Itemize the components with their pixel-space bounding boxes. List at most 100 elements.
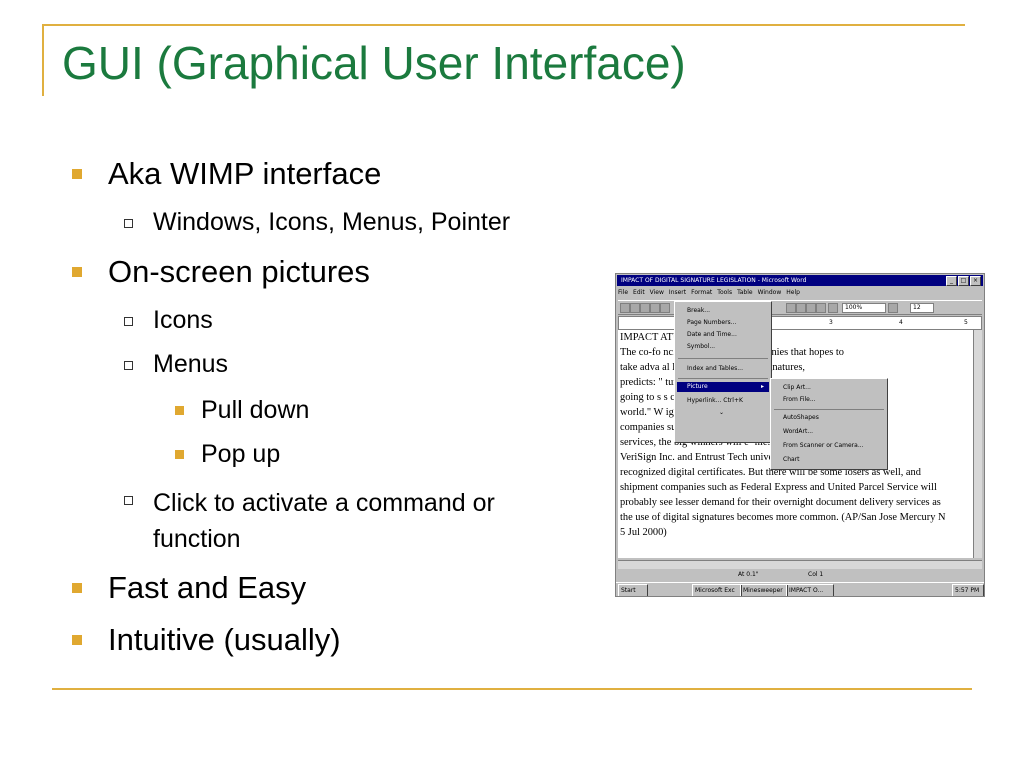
window-controls: _ □ × [946,276,981,286]
square-bullet-icon [72,267,82,277]
help-icon [888,303,898,313]
bullet-text: Menus [153,350,229,378]
bullet-pulldown: Pull down [175,396,309,425]
square-bullet-icon [72,583,82,593]
zoom-box: 100% [842,303,886,313]
bullet-text-line1: Click to activate a command or [153,489,495,517]
doc-line: probably see lesser demand for their ove… [620,497,941,508]
status-bar: At 0.1" Col 1 [618,570,982,580]
task-word: IMPACT O... [786,584,834,596]
columns-icon [806,303,816,313]
doc-line: shipment companies such as Federal Expre… [620,482,937,493]
menu-item-date-time: Date and Time... [687,331,737,338]
new-icon [620,303,630,313]
menu-separator [678,358,768,359]
slide-title: GUI (Graphical User Interface) [62,37,686,89]
menu-format: Format [691,289,713,296]
submenu-item-chart: Chart [783,456,800,463]
bullet-menus: Menus [124,350,228,379]
hollow-square-bullet-icon [124,219,133,228]
ruler-mark: 5 [964,319,968,326]
bullet-click: Click to activate a command or function [124,485,495,557]
menu-tools: Tools [717,289,733,296]
windows-taskbar: Start Microsoft Exc Minesweeper IMPACT O… [616,582,984,596]
doc-line: the use of digital signatures becomes mo… [620,512,946,523]
status-col: Col 1 [808,571,824,578]
taskbar-clock: 5:57 PM [952,584,984,596]
bullet-text: Icons [153,306,213,334]
vertical-scrollbar [973,330,982,558]
paragraph-icon [828,303,838,313]
preview-icon [660,303,670,313]
bullet-fast: Fast and Easy [72,570,306,606]
menu-separator [678,378,768,379]
task-excel: Microsoft Exc [692,584,742,596]
menu-table: Table [737,289,753,296]
status-at: At 0.1" [738,571,759,578]
task-minesweeper: Minesweeper [740,584,788,596]
doc-line: 5 Jul 2000) [620,527,667,538]
ruler: 3 4 5 [618,316,982,330]
menu-item-picture: Picture [687,383,708,390]
submenu-item-from-file: From File... [783,396,816,403]
doc-line: IMPACT ATURE LEGISLATION [620,332,763,343]
bullet-text: On-screen pictures [108,254,370,289]
frame-bottom-line [52,688,972,690]
menu-edit: Edit [633,289,645,296]
maximize-icon: □ [958,276,969,286]
font-size-box: 12 [910,303,934,313]
submenu-item-wordart: WordArt... [783,428,814,435]
frame-left-line [42,24,44,96]
menu-view: View [649,289,664,296]
square-bullet-icon [72,169,82,179]
submenu-item-clip-art: Clip Art... [783,384,811,391]
bullet-wimp: Windows, Icons, Menus, Pointer [124,208,510,237]
menu-help: Help [786,289,800,296]
bullet-text-block: Click to activate a command or function [153,485,495,557]
bullet-text: Pop up [201,440,281,468]
open-icon [630,303,640,313]
bullet-text: Intuitive (usually) [108,622,341,657]
window-titlebar: IMPACT OF DIGITAL SIGNATURE LEGISLATION … [617,275,983,286]
drawing-icon [816,303,826,313]
menu-item-index-tables: Index and Tables... [687,365,743,372]
menu-item-hyperlink: Hyperlink... Ctrl+K [687,397,743,404]
insert-dropdown-menu: Break... Page Numbers... Date and Time..… [674,301,772,443]
submenu-item-scanner: From Scanner or Camera... [783,442,864,449]
doc-line: The co-fo nc., one of the tiny companies… [620,347,844,358]
chevron-down-icon: ⌄ [719,409,725,416]
hollow-square-bullet-icon [124,317,133,326]
menu-item-break: Break... [687,307,711,314]
standard-toolbar: 100% 12 [618,300,982,315]
excel-icon [796,303,806,313]
hollow-square-bullet-icon [124,361,133,370]
ruler-mark: 4 [899,319,903,326]
menu-item-symbol: Symbol... [687,343,716,350]
menu-item-page-numbers: Page Numbers... [687,319,737,326]
menu-insert: Insert [668,289,687,296]
window-title: IMPACT OF DIGITAL SIGNATURE LEGISLATION … [621,277,807,284]
horizontal-scrollbar [618,560,982,569]
frame-top-line [42,24,965,26]
bullet-onscreen: On-screen pictures [72,254,370,290]
bullet-text: Aka WIMP interface [108,156,382,191]
bullet-aka: Aka WIMP interface [72,156,381,192]
square-bullet-icon [175,450,184,459]
bullet-text: Fast and Easy [108,570,307,605]
bullet-text: Windows, Icons, Menus, Pointer [153,208,511,236]
submenu-item-autoshapes: AutoShapes [783,414,819,421]
minimize-icon: _ [946,276,957,286]
menu-bar: File Edit View Insert Format Tools Table… [618,288,982,298]
menu-separator [774,409,884,410]
square-bullet-icon [175,406,184,415]
bullet-intuitive: Intuitive (usually) [72,622,341,658]
bullet-text-line2: function [153,525,241,553]
close-icon: × [970,276,981,286]
bullet-popup: Pop up [175,440,280,469]
square-bullet-icon [72,635,82,645]
picture-submenu: Clip Art... From File... AutoShapes Word… [770,378,888,470]
bullet-icons: Icons [124,306,213,335]
bullet-text: Pull down [201,396,310,424]
ruler-mark: 3 [829,319,833,326]
table-icon [786,303,796,313]
